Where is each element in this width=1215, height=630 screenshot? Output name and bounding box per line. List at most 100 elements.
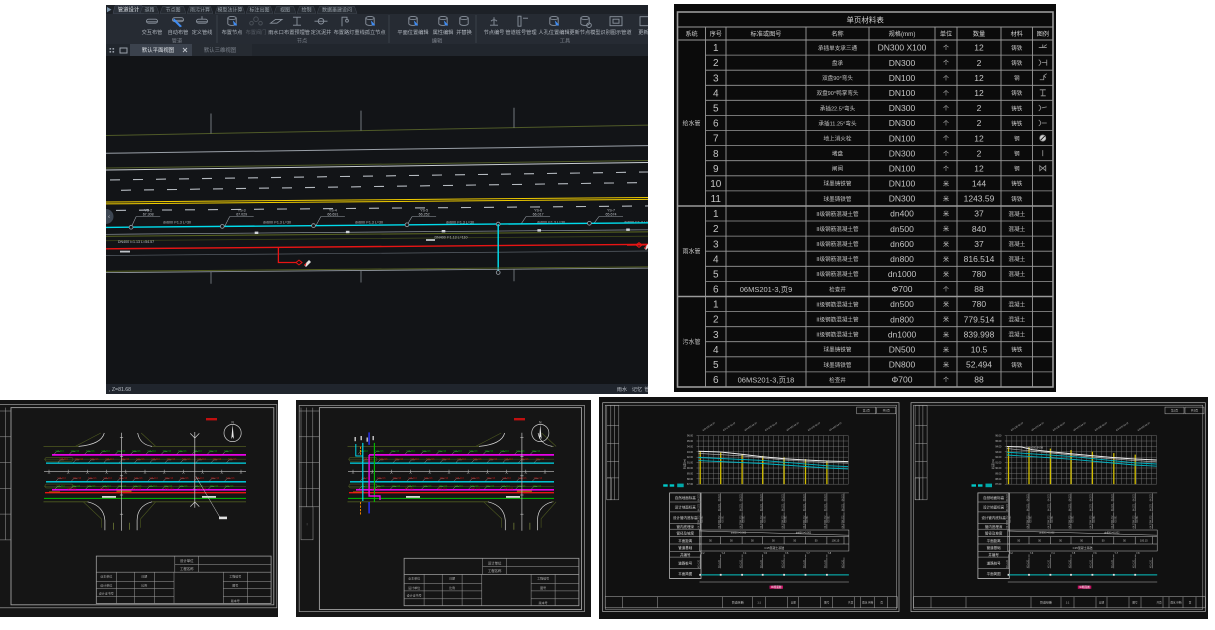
svg-text:承插22.5°弯头: 承插22.5°弯头: [820, 104, 856, 112]
svg-text:738.216: 738.216: [410, 458, 419, 461]
svg-text:交互布管: 交互布管: [142, 28, 163, 36]
svg-text:K0+120: K0+120: [740, 559, 742, 568]
svg-text:738.216: 738.216: [136, 458, 145, 461]
svg-text:米: 米: [943, 331, 949, 339]
svg-text:8: 8: [713, 149, 719, 160]
svg-text:定义管线: 定义管线: [192, 28, 213, 36]
svg-text:米: 米: [943, 225, 949, 233]
svg-text:图号: 图号: [540, 585, 546, 590]
svg-text:64.372: 64.372: [1027, 503, 1029, 511]
svg-text:93.00: 93.00: [687, 451, 694, 454]
svg-text:铸铁: 铸铁: [1011, 44, 1023, 52]
svg-text:738.216: 738.216: [103, 477, 112, 480]
svg-text:Y-4: Y-4: [1051, 552, 1055, 555]
svg-text:管道桩号管理: 管道桩号管理: [505, 28, 537, 36]
svg-text:dn800: dn800: [890, 314, 914, 324]
svg-text:N: N: [231, 420, 234, 424]
svg-text:738.216: 738.216: [117, 485, 126, 488]
svg-text:图号: 图号: [1132, 601, 1138, 605]
svg-text:1: 1: [713, 43, 719, 54]
svg-text:738.216: 738.216: [87, 485, 96, 488]
svg-text:738.216: 738.216: [426, 458, 435, 461]
svg-text:, Z=81.68: , Z=81.68: [109, 387, 131, 393]
svg-text:7: 7: [713, 134, 719, 145]
svg-text:日期: 日期: [141, 574, 147, 579]
svg-text:DN300 X100: DN300 X100: [878, 43, 927, 53]
svg-text:个: 个: [943, 75, 949, 82]
svg-text:混凝土: 混凝土: [1008, 270, 1025, 278]
svg-text:DN100: DN100: [889, 88, 916, 98]
svg-text:更新节点模型: 更新节点模型: [569, 28, 600, 36]
svg-text:738.216: 738.216: [486, 477, 495, 480]
svg-text:1: 1: [713, 209, 719, 220]
svg-text:钢: 钢: [1014, 135, 1020, 143]
svg-text:个: 个: [943, 287, 949, 294]
svg-text:K0+120: K0+120: [719, 559, 721, 568]
svg-text:62.881: 62.881: [1094, 515, 1096, 523]
svg-text:738.216: 738.216: [422, 450, 431, 453]
svg-text:738.216: 738.216: [453, 450, 462, 453]
svg-text:64.372: 64.372: [1069, 521, 1071, 529]
svg-text:人孔位置编辑: 人孔位置编辑: [538, 28, 569, 36]
svg-text:铸铁: 铸铁: [1011, 361, 1023, 369]
svg-text:64.372: 64.372: [740, 493, 742, 501]
svg-text:K0+220 64.37: K0+220 64.37: [745, 422, 759, 432]
svg-text:管道基础: 管道基础: [987, 545, 1002, 550]
svg-text:64.372: 64.372: [782, 503, 784, 511]
svg-text:雨水管: 雨水管: [682, 248, 700, 256]
svg-text:钢: 钢: [1014, 165, 1020, 173]
svg-text:64.372: 64.372: [804, 493, 806, 501]
svg-text:日期: 日期: [449, 576, 455, 581]
svg-text:K0+120: K0+120: [842, 559, 844, 568]
svg-text:工程名称: 工程名称: [180, 566, 194, 571]
svg-text:64.372: 64.372: [1112, 493, 1114, 501]
svg-text:自动布管: 自动布管: [168, 28, 189, 36]
svg-text:50: 50: [1102, 540, 1105, 543]
svg-text:06MS201-3,页9: 06MS201-3,页9: [740, 285, 793, 294]
svg-text:738.216: 738.216: [105, 458, 114, 461]
svg-text:个: 个: [943, 60, 949, 67]
svg-text:双盘90°鸭掌弯头: 双盘90°鸭掌弯头: [816, 89, 858, 97]
svg-text:50: 50: [793, 540, 796, 543]
svg-text:dn800 i=0.002: dn800 i=0.002: [1039, 532, 1055, 535]
svg-text:道路桩号: 道路桩号: [678, 560, 692, 565]
svg-text:DN400 i=1.13 L=110: DN400 i=1.13 L=110: [435, 235, 468, 239]
svg-text:纵断面图: 纵断面图: [771, 585, 782, 589]
svg-text:62.881: 62.881: [807, 515, 809, 523]
svg-text:‹: ‹: [108, 214, 110, 220]
svg-text:37: 37: [974, 239, 984, 249]
svg-text:图号: 图号: [232, 583, 238, 588]
svg-text:96.00: 96.00: [687, 435, 694, 438]
svg-text:Y-6: Y-6: [785, 552, 789, 555]
svg-text:规格(mm): 规格(mm): [889, 30, 916, 38]
svg-text:67.029: 67.029: [236, 212, 247, 216]
svg-text:绘制: 绘制: [301, 6, 311, 13]
svg-text:64.372: 64.372: [1027, 521, 1029, 529]
svg-text:66.691: 66.691: [327, 212, 338, 216]
svg-text:64.372: 64.372: [804, 521, 806, 529]
svg-text:标高(m): 标高(m): [683, 459, 687, 469]
svg-text:管径及坡度: 管径及坡度: [677, 530, 695, 535]
svg-text:12: 12: [974, 73, 984, 83]
svg-text:米: 米: [943, 346, 949, 354]
svg-text:738.216: 738.216: [439, 477, 448, 480]
svg-text:89.00: 89.00: [995, 472, 1002, 475]
svg-text:个: 个: [943, 136, 949, 143]
svg-text:65.674: 65.674: [606, 212, 617, 216]
svg-text:12: 12: [974, 133, 984, 143]
svg-text:62.881: 62.881: [1010, 515, 1012, 523]
svg-text:材料: 材料: [1011, 30, 1023, 38]
svg-text:64.372: 64.372: [782, 521, 784, 529]
svg-text:混凝土: 混凝土: [1008, 316, 1025, 324]
svg-text:井编号: 井编号: [988, 552, 999, 557]
svg-text:管道: 管道: [172, 36, 182, 44]
svg-text:Y-7: Y-7: [1115, 552, 1119, 555]
svg-text:2: 2: [713, 315, 719, 326]
svg-text:II级钢筋混凝土管: II级钢筋混凝土管: [816, 210, 859, 218]
svg-text:64.372: 64.372: [699, 521, 701, 529]
svg-text:记忆: 记忆: [632, 385, 642, 393]
svg-text:设计单位: 设计单位: [180, 558, 194, 563]
svg-text:738.216: 738.216: [179, 485, 188, 488]
svg-text:87.00: 87.00: [687, 483, 694, 486]
svg-text:50: 50: [772, 540, 775, 543]
